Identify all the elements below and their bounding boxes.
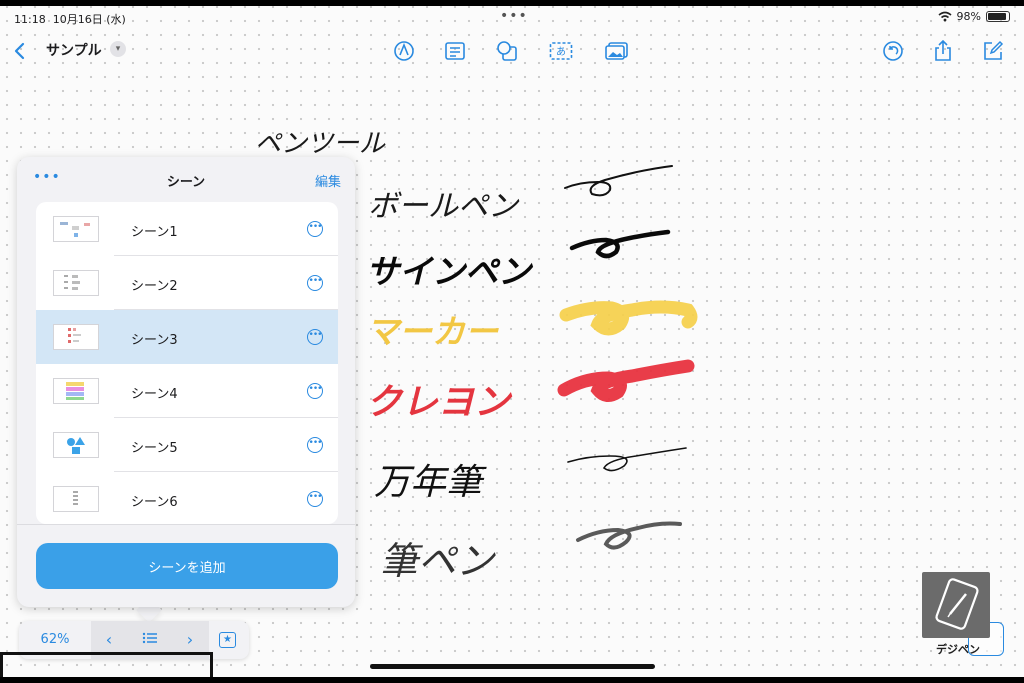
tablet-pen-logo-icon bbox=[922, 572, 990, 638]
scene-options-icon[interactable]: ••• bbox=[307, 221, 323, 237]
scenes-panel: ••• シーン 編集 シーン1 ••• シーン2 ••• シーン3 ••• シー… bbox=[17, 157, 355, 607]
divider bbox=[17, 524, 355, 525]
pen-heading-label: ペンツール bbox=[255, 129, 386, 159]
brush-stroke bbox=[576, 521, 682, 550]
scene-label: シーン1 bbox=[131, 225, 178, 240]
scene-label: シーン5 bbox=[131, 441, 178, 456]
scene-label: シーン4 bbox=[131, 387, 178, 402]
scene-thumbnail bbox=[53, 378, 99, 404]
crayon-stroke bbox=[557, 359, 695, 402]
scene-thumbnail bbox=[53, 486, 99, 512]
scene-row-5[interactable]: シーン5 ••• bbox=[36, 418, 338, 472]
pen-label-crayon: クレヨン bbox=[366, 382, 513, 423]
scene-thumbnail bbox=[53, 270, 99, 296]
scene-label: シーン6 bbox=[131, 495, 178, 510]
previous-scene-icon[interactable]: ‹ bbox=[99, 630, 119, 650]
scene-list-icon[interactable] bbox=[140, 630, 160, 650]
favorite-scene-icon[interactable]: ★ bbox=[219, 632, 236, 648]
next-scene-icon[interactable]: › bbox=[180, 630, 200, 650]
panel-title: シーン bbox=[166, 175, 206, 190]
add-scene-button[interactable]: シーンを追加 bbox=[36, 543, 338, 589]
watermark-text: デジペン bbox=[936, 643, 980, 656]
scene-label: シーン3 bbox=[131, 333, 178, 348]
scene-options-icon[interactable]: ••• bbox=[307, 329, 323, 345]
scene-list: シーン1 ••• シーン2 ••• シーン3 ••• シーン4 ••• シーン5… bbox=[36, 202, 338, 524]
scene-row-6[interactable]: シーン6 ••• bbox=[36, 472, 338, 524]
scene-thumbnail bbox=[53, 216, 99, 242]
marker-stroke bbox=[559, 300, 698, 336]
scene-row-2[interactable]: シーン2 ••• bbox=[36, 256, 338, 310]
scene-label: シーン2 bbox=[131, 279, 178, 294]
scene-row-3[interactable]: シーン3 ••• bbox=[36, 310, 338, 364]
pen-label-brush: 筆ペン bbox=[380, 539, 496, 583]
pen-label-sign-pen: サインペン bbox=[366, 252, 534, 291]
scene-options-icon[interactable]: ••• bbox=[307, 437, 323, 453]
pen-label-fountain: 万年筆 bbox=[374, 462, 487, 503]
fountain-stroke bbox=[567, 447, 687, 472]
ballpoint-stroke bbox=[564, 165, 673, 197]
home-indicator[interactable] bbox=[370, 664, 655, 669]
canvas-border-line bbox=[0, 652, 210, 655]
scene-options-icon[interactable]: ••• bbox=[307, 491, 323, 507]
scene-thumbnail bbox=[53, 324, 99, 350]
scene-thumbnail bbox=[53, 432, 99, 458]
pen-label-marker: マーカー bbox=[366, 312, 499, 351]
scene-row-4[interactable]: シーン4 ••• bbox=[36, 364, 338, 418]
scene-options-icon[interactable]: ••• bbox=[307, 383, 323, 399]
pen-label-ballpoint: ボールペン bbox=[368, 189, 520, 224]
scene-row-1[interactable]: シーン1 ••• bbox=[36, 202, 338, 256]
sign-pen-stroke bbox=[569, 229, 671, 259]
scene-options-icon[interactable]: ••• bbox=[307, 275, 323, 291]
edit-button[interactable]: 編集 bbox=[315, 171, 341, 190]
bottom-frame bbox=[0, 677, 1024, 683]
zoom-level[interactable]: 62% bbox=[19, 632, 91, 647]
